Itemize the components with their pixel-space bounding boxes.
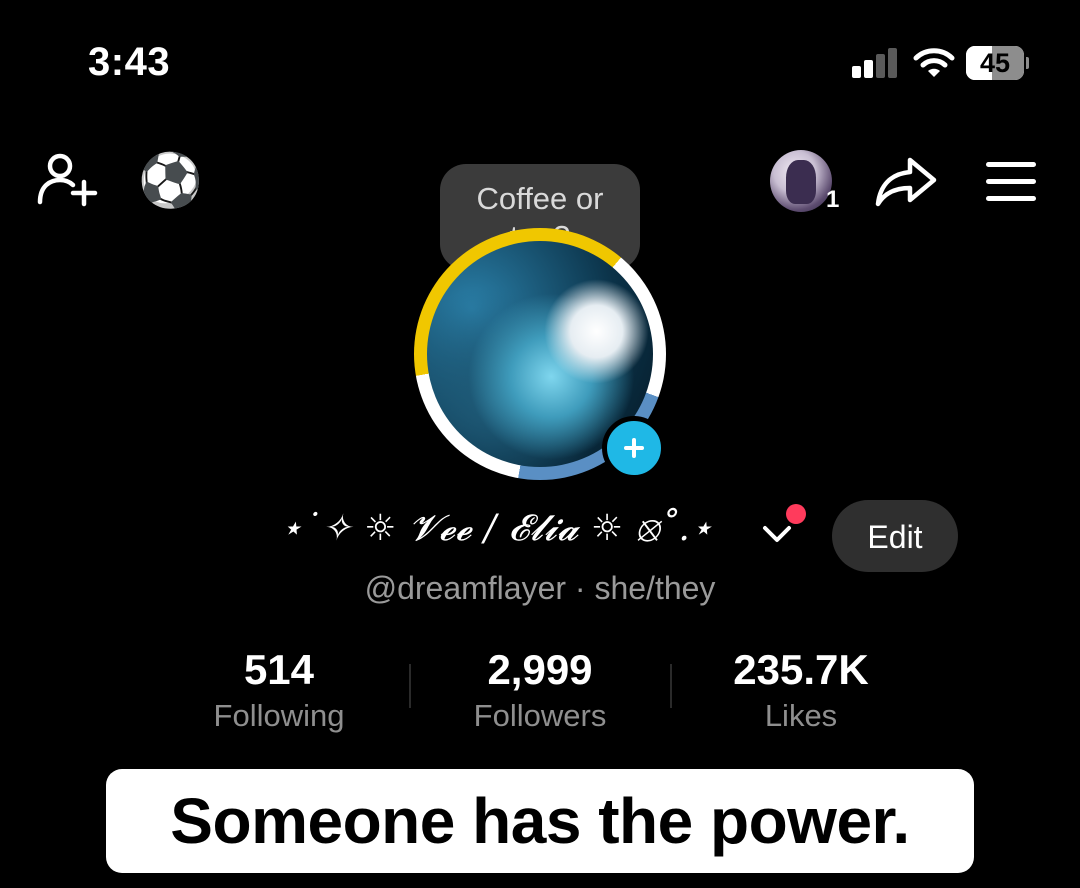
cellular-signal-icon — [852, 48, 900, 78]
wifi-icon — [913, 48, 955, 77]
battery-level-text: 45 — [979, 48, 1011, 78]
add-friend-icon[interactable] — [36, 150, 100, 214]
chevron-down-icon[interactable] — [762, 522, 792, 546]
stat-following[interactable]: 514 Following — [149, 646, 409, 738]
likes-count: 235.7K — [733, 646, 869, 693]
soccer-ball-icon[interactable]: ⚽ — [138, 150, 203, 212]
username-pronouns: @dreamflayer · she/they — [364, 570, 716, 606]
story-avatar[interactable] — [770, 150, 832, 212]
following-label: Following — [213, 698, 345, 733]
battery-indicator: 45 — [966, 46, 1029, 80]
edit-profile-button[interactable]: Edit — [832, 500, 958, 572]
followers-label: Followers — [473, 698, 607, 733]
status-time: 3:43 — [88, 40, 171, 84]
menu-icon[interactable] — [986, 160, 1038, 204]
following-count: 514 — [243, 646, 315, 693]
followers-count: 2,999 — [487, 646, 593, 693]
video-caption: Someone has the power. — [106, 769, 974, 873]
notification-dot — [786, 504, 806, 524]
display-name: ⋆˙✧ ☼ 𝓥𝓮𝓮 / 𝓔𝓵𝓲𝓪 ☼ ⦻˚.⋆ — [280, 508, 714, 549]
stat-likes[interactable]: 235.7K Likes — [671, 646, 931, 738]
likes-label: Likes — [764, 698, 838, 733]
share-icon[interactable] — [874, 154, 938, 210]
story-count-badge: 1 — [826, 186, 840, 213]
stat-followers[interactable]: 2,999 Followers — [410, 646, 670, 738]
add-story-plus-icon[interactable] — [602, 416, 666, 480]
